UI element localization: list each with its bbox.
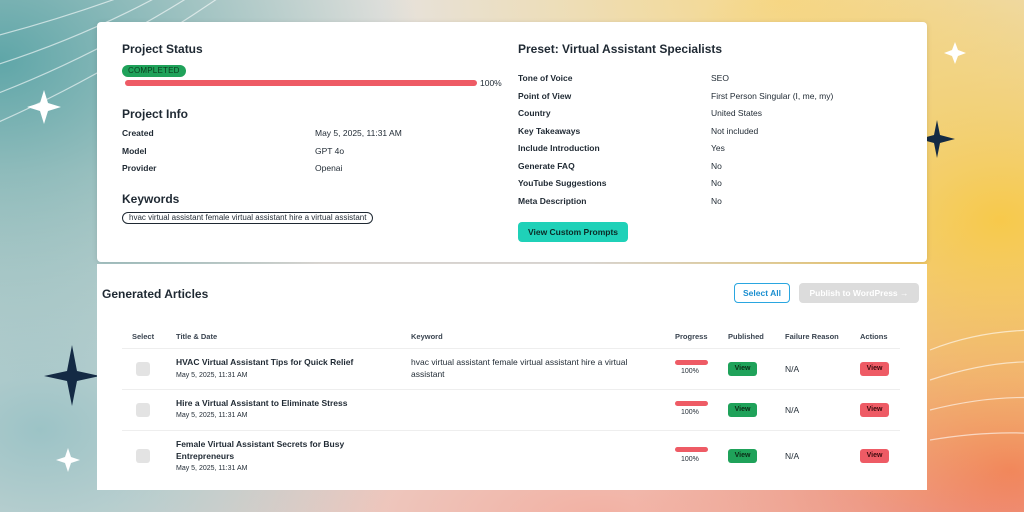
preset-label-introduction: Include Introduction: [518, 143, 600, 153]
preset-heading: Preset: Virtual Assistant Specialists: [518, 42, 723, 56]
preset-label-country: Country: [518, 108, 551, 118]
article-progress-bar: [675, 447, 708, 452]
preset-label-tone: Tone of Voice: [518, 73, 573, 83]
keywords-heading: Keywords: [122, 192, 180, 206]
column-header-select: Select: [132, 332, 155, 341]
project-progress-label: 100%: [480, 78, 502, 88]
article-progress-label: 100%: [681, 409, 699, 416]
preset-value-takeaways: Not included: [711, 126, 759, 136]
failure-reason: N/A: [785, 451, 800, 461]
column-header-actions: Actions: [860, 332, 888, 341]
column-header-progress: Progress: [675, 332, 708, 341]
preset-value-tone: SEO: [711, 73, 729, 83]
published-view-button[interactable]: View: [728, 449, 757, 463]
column-header-failure-reason: Failure Reason: [785, 332, 839, 341]
column-header-published: Published: [728, 332, 764, 341]
row-select-checkbox[interactable]: [136, 449, 150, 463]
article-title[interactable]: Female Virtual Assistant Secrets for Bus…: [176, 438, 366, 462]
generated-articles-card: Generated Articles Select All Publish to…: [97, 264, 927, 490]
column-header-keyword: Keyword: [411, 332, 443, 341]
table-row: Female Virtual Assistant Secrets for Bus…: [122, 430, 900, 484]
info-value-provider: Openai: [315, 163, 343, 173]
view-custom-prompts-button[interactable]: View Custom Prompts: [518, 222, 628, 242]
action-view-button[interactable]: View: [860, 362, 889, 376]
info-value-model: GPT 4o: [315, 146, 345, 156]
failure-reason: N/A: [785, 364, 800, 374]
project-summary-card: Project Status COMPLETED 100% Project In…: [97, 22, 927, 262]
generated-articles-heading: Generated Articles: [102, 287, 209, 301]
keyword-chip: hvac virtual assistant female virtual as…: [122, 212, 374, 224]
preset-label-pov: Point of View: [518, 91, 572, 101]
failure-reason: N/A: [785, 405, 800, 415]
preset-value-youtube: No: [711, 178, 722, 188]
article-progress-label: 100%: [681, 456, 699, 463]
status-badge: COMPLETED: [122, 65, 186, 77]
row-select-checkbox[interactable]: [136, 403, 150, 417]
article-title[interactable]: Hire a Virtual Assistant to Eliminate St…: [176, 397, 366, 409]
preset-value-country: United States: [711, 108, 763, 118]
article-date: May 5, 2025, 11:31 AM: [176, 412, 248, 419]
article-progress-label: 100%: [681, 368, 699, 375]
article-date: May 5, 2025, 11:31 AM: [176, 372, 248, 379]
table-row: HVAC Virtual Assistant Tips for Quick Re…: [122, 348, 900, 389]
info-value-created: May 5, 2025, 11:31 AM: [315, 128, 402, 138]
row-select-checkbox[interactable]: [136, 362, 150, 376]
preset-label-faq: Generate FAQ: [518, 161, 575, 171]
project-status-heading: Project Status: [122, 42, 203, 56]
project-progress-fill: [125, 80, 477, 86]
preset-label-takeaways: Key Takeaways: [518, 126, 581, 136]
preset-value-meta: No: [711, 196, 722, 206]
project-progress-bar: [125, 80, 477, 86]
info-label-model: Model: [122, 146, 147, 156]
action-view-button[interactable]: View: [860, 403, 889, 417]
article-progress-bar: [675, 401, 708, 406]
info-label-created: Created: [122, 128, 154, 138]
article-progress-bar: [675, 360, 708, 365]
preset-value-pov: First Person Singular (I, me, my): [711, 91, 834, 101]
info-label-provider: Provider: [122, 163, 157, 173]
preset-value-faq: No: [711, 161, 722, 171]
column-header-title-date: Title & Date: [176, 332, 218, 341]
select-all-button[interactable]: Select All: [734, 283, 790, 303]
table-row: Hire a Virtual Assistant to Eliminate St…: [122, 389, 900, 430]
project-info-heading: Project Info: [122, 107, 189, 121]
article-date: May 5, 2025, 11:31 AM: [176, 465, 248, 472]
published-view-button[interactable]: View: [728, 403, 757, 417]
preset-label-youtube: YouTube Suggestions: [518, 178, 607, 188]
published-view-button[interactable]: View: [728, 362, 757, 376]
publish-to-wordpress-button[interactable]: Publish to WordPress →: [799, 283, 919, 303]
preset-value-introduction: Yes: [711, 143, 725, 153]
preset-label-meta: Meta Description: [518, 196, 587, 206]
action-view-button[interactable]: View: [860, 449, 889, 463]
article-keyword: hvac virtual assistant female virtual as…: [411, 357, 628, 379]
article-title[interactable]: HVAC Virtual Assistant Tips for Quick Re…: [176, 356, 366, 368]
